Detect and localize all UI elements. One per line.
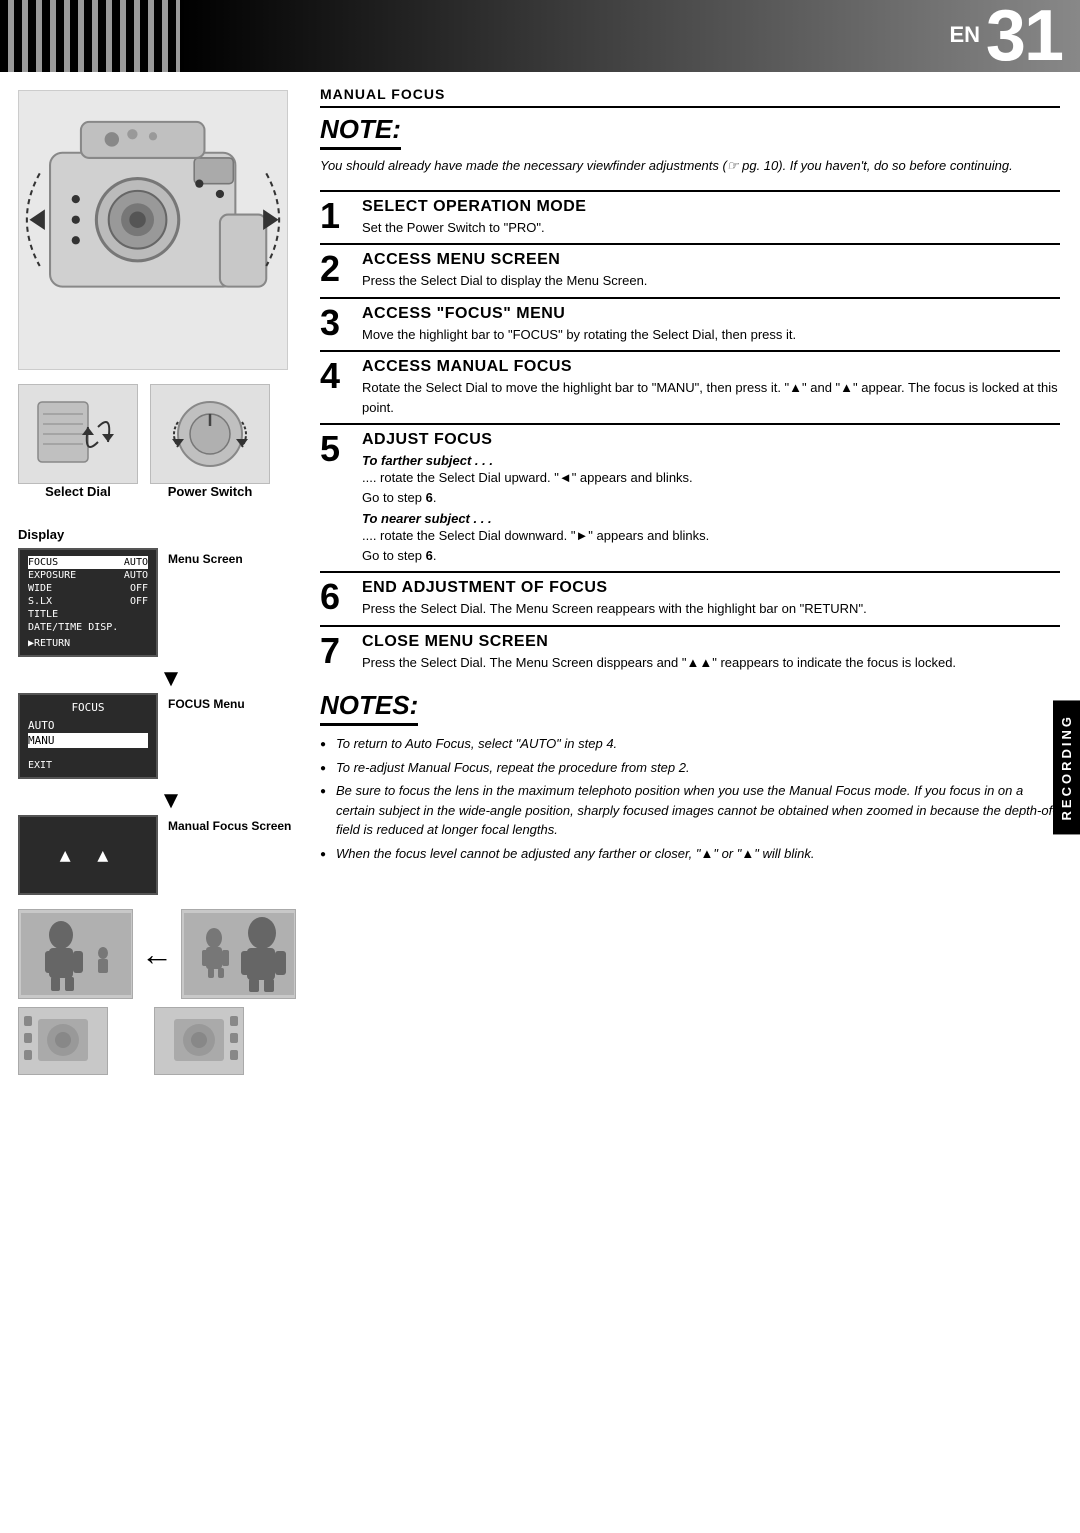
main-content: Select Dial (0, 72, 1080, 1093)
step-1-title: SELECT OPERATION MODE (362, 198, 1060, 216)
note-title: NOTE: (320, 114, 401, 150)
menu-screen-box: FOCUS AUTO EXPOSURE AUTO WIDE OFF S.LX O… (18, 548, 158, 657)
subject-far-image (18, 909, 133, 999)
step-7-content: CLOSE MENU SCREEN Press the Select Dial.… (362, 633, 1060, 673)
menu-row-title: TITLE (28, 608, 148, 621)
exit-label: EXIT (28, 760, 148, 771)
step-2-number: 2 (320, 251, 358, 287)
step-3-number: 3 (320, 305, 358, 341)
note-item-1: To return to Auto Focus, select "AUTO" i… (320, 734, 1060, 754)
step-5: 5 ADJUST FOCUS To farther subject . . . … (320, 423, 1060, 571)
step-3: 3 ACCESS "FOCUS" MENU Move the highlight… (320, 297, 1060, 351)
header-gradient (180, 0, 1080, 72)
step-7-number: 7 (320, 633, 358, 669)
recording-sidebar-label: RECORDING (1053, 700, 1080, 834)
step-6-title: END ADJUSTMENT OF FOCUS (362, 579, 1060, 597)
return-label: ▶RETURN (28, 638, 148, 649)
arrow-down-1: ▼ (46, 667, 296, 691)
select-dial-illustration (18, 384, 138, 484)
film-frame-left (18, 1007, 108, 1075)
focus-menu-container: FOCUS AUTO MANU EXIT FOCUS Menu (18, 693, 296, 779)
dial-row: Select Dial (18, 384, 296, 509)
menu-screen-label: Menu Screen (168, 548, 243, 566)
camera-svg (19, 91, 287, 369)
step-5-title: ADJUST FOCUS (362, 431, 1060, 449)
focus-menu-header: FOCUS (28, 701, 148, 714)
step-5-body2: .... rotate the Select Dial downward. "►… (362, 526, 1060, 565)
step-6-content: END ADJUSTMENT OF FOCUS Press the Select… (362, 579, 1060, 619)
menu-row-datetime: DATE/TIME DISP. (28, 621, 148, 634)
step-6: 6 END ADJUSTMENT OF FOCUS Press the Sele… (320, 571, 1060, 625)
focus-manu-item: MANU (28, 733, 148, 748)
step-4-number: 4 (320, 358, 358, 394)
menu-row-wide: WIDE OFF (28, 582, 148, 595)
step-6-number: 6 (320, 579, 358, 615)
manual-focus-symbols: ▲ ▲ (60, 845, 117, 866)
note-item-2: To re-adjust Manual Focus, repeat the pr… (320, 758, 1060, 778)
step-2: 2 ACCESS MENU SCREEN Press the Select Di… (320, 243, 1060, 297)
step-2-title: ACCESS MENU SCREEN (362, 251, 1060, 269)
power-switch-illustration (150, 384, 270, 484)
arrow-down-2: ▼ (46, 789, 296, 813)
step-5-number: 5 (320, 431, 358, 467)
select-dial-label: Select Dial (45, 484, 111, 499)
page-number: 31 (986, 0, 1062, 72)
display-title: Display (18, 527, 296, 542)
subject-near-image (181, 909, 296, 999)
step-7-title: CLOSE MENU SCREEN (362, 633, 1060, 651)
step-5-sub1: To farther subject . . . (362, 453, 1060, 468)
step-5-content: ADJUST FOCUS To farther subject . . . ..… (362, 431, 1060, 565)
display-section: Display FOCUS AUTO EXPOSURE AUTO WIDE OF… (18, 527, 296, 895)
step-1-number: 1 (320, 198, 358, 234)
focus-auto-item: AUTO (28, 718, 148, 733)
right-column: MANUAL FOCUS NOTE: You should already ha… (310, 72, 1080, 1093)
note-item-3: Be sure to focus the lens in the maximum… (320, 781, 1060, 840)
step-7-body: Press the Select Dial. The Menu Screen d… (362, 653, 1060, 673)
step-4-content: ACCESS MANUAL FOCUS Rotate the Select Di… (362, 358, 1060, 417)
note-item-4: When the focus level cannot be adjusted … (320, 844, 1060, 864)
step-1-body: Set the Power Switch to "PRO". (362, 218, 1060, 238)
select-dial-item: Select Dial (18, 384, 138, 509)
step-3-content: ACCESS "FOCUS" MENU Move the highlight b… (362, 305, 1060, 345)
notes-list: To return to Auto Focus, select "AUTO" i… (320, 734, 1060, 863)
note-text: You should already have made the necessa… (320, 156, 1060, 176)
menu-row-exposure: EXPOSURE AUTO (28, 569, 148, 582)
menu-row-focus: FOCUS AUTO (28, 556, 148, 569)
manual-focus-screen-label: Manual Focus Screen (168, 815, 291, 833)
header-stripes (0, 0, 180, 72)
bottom-images-row: ← (18, 909, 296, 999)
step-3-body: Move the highlight bar to "FOCUS" by rot… (362, 325, 1060, 345)
step-2-content: ACCESS MENU SCREEN Press the Select Dial… (362, 251, 1060, 291)
film-frame-right (154, 1007, 244, 1075)
left-column: Select Dial (0, 72, 310, 1093)
header-en-label: EN (949, 22, 980, 48)
step-4-title: ACCESS MANUAL FOCUS (362, 358, 1060, 376)
film-frame-row (18, 1007, 296, 1075)
step-5-body1: .... rotate the Select Dial upward. "◄" … (362, 468, 1060, 507)
step-1: 1 SELECT OPERATION MODE Set the Power Sw… (320, 190, 1060, 244)
step-3-title: ACCESS "FOCUS" MENU (362, 305, 1060, 323)
step-1-content: SELECT OPERATION MODE Set the Power Swit… (362, 198, 1060, 238)
camera-illustration (18, 90, 288, 370)
notes-title: NOTES: (320, 690, 418, 726)
section-header: MANUAL FOCUS (320, 86, 1060, 108)
manual-focus-container: ▲ ▲ Manual Focus Screen (18, 815, 296, 895)
power-switch-label: Power Switch (168, 484, 253, 499)
step-4-body: Rotate the Select Dial to move the highl… (362, 378, 1060, 417)
arrow-right-icon: ← (141, 936, 173, 973)
manual-focus-box: ▲ ▲ (18, 815, 158, 895)
step-7: 7 CLOSE MENU SCREEN Press the Select Dia… (320, 625, 1060, 679)
step-4: 4 ACCESS MANUAL FOCUS Rotate the Select … (320, 350, 1060, 423)
power-switch-item: Power Switch (150, 384, 270, 509)
page-header: EN 31 (0, 0, 1080, 72)
spacer (116, 1007, 146, 1075)
step-6-body: Press the Select Dial. The Menu Screen r… (362, 599, 1060, 619)
focus-menu-box: FOCUS AUTO MANU EXIT (18, 693, 158, 779)
menu-row-slx: S.LX OFF (28, 595, 148, 608)
step-2-body: Press the Select Dial to display the Men… (362, 271, 1060, 291)
menu-screen-container: FOCUS AUTO EXPOSURE AUTO WIDE OFF S.LX O… (18, 548, 296, 657)
step-5-sub2: To nearer subject . . . (362, 511, 1060, 526)
focus-menu-label: FOCUS Menu (168, 693, 245, 711)
